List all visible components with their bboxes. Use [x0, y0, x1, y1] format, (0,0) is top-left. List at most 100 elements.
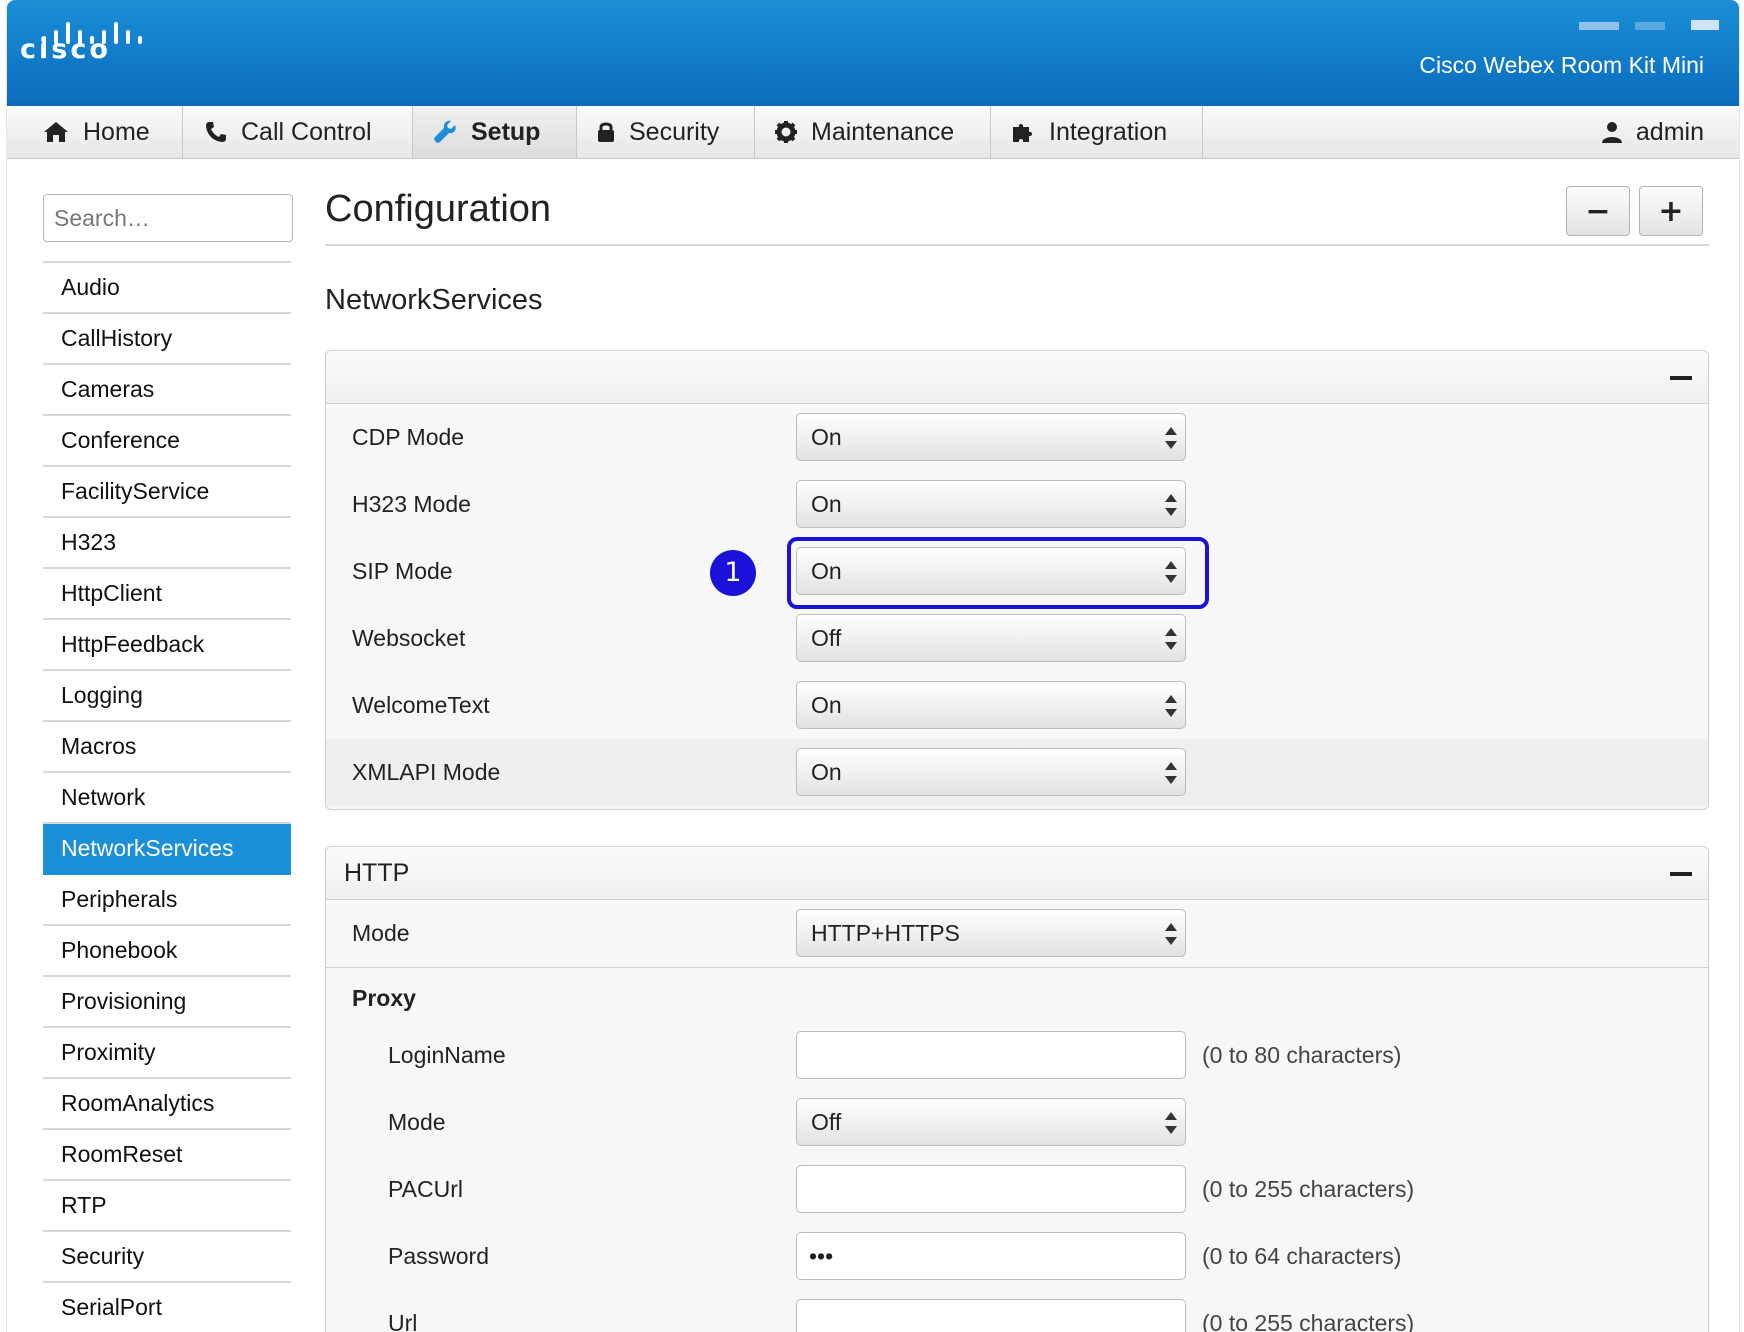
panel-header[interactable] — [326, 351, 1708, 404]
select-value: Off — [811, 1109, 842, 1135]
setting-label: LoginName — [388, 1042, 506, 1068]
select-value: Off — [811, 625, 842, 651]
app-window: cisco Cisco Webex Room Kit Mini Home Cal… — [6, 0, 1740, 1332]
sidebar-item-active[interactable]: NetworkServices — [43, 824, 291, 875]
sidebar-item[interactable]: HttpClient — [43, 569, 291, 620]
proxy-url-input[interactable] — [796, 1299, 1186, 1332]
sidebar-item[interactable]: RoomAnalytics — [43, 1079, 291, 1130]
sidebar-item[interactable]: Peripherals — [43, 875, 291, 926]
setting-label: PACUrl — [388, 1176, 463, 1202]
sidebar-item[interactable]: H323 — [43, 518, 291, 569]
setting-row: Mode HTTP+HTTPS — [326, 900, 1708, 968]
annotation-badge: 1 — [710, 550, 756, 596]
setting-label: Url — [388, 1310, 418, 1332]
collapse-panel-icon[interactable] — [1670, 376, 1692, 380]
sidebar-item[interactable]: RTP — [43, 1181, 291, 1232]
phone-icon — [206, 122, 226, 142]
setting-label: WelcomeText — [352, 692, 490, 718]
wrench-icon — [434, 120, 456, 143]
tab-security[interactable]: Security — [577, 106, 755, 158]
sidebar-item[interactable]: FacilityService — [43, 467, 291, 518]
search-input[interactable] — [43, 194, 293, 242]
sidebar-item[interactable]: Proximity — [43, 1028, 291, 1079]
field-hint: (0 to 80 characters) — [1202, 1042, 1402, 1068]
header-bar: cisco Cisco Webex Room Kit Mini — [7, 0, 1739, 106]
tab-setup[interactable]: Setup — [413, 106, 577, 158]
sidebar-item[interactable]: Conference — [43, 416, 291, 467]
tab-label: Setup — [471, 117, 541, 146]
websocket-select[interactable]: Off — [796, 614, 1186, 662]
setting-row: PACUrl (0 to 255 characters) — [326, 1156, 1708, 1223]
select-arrows-icon — [1165, 494, 1177, 516]
setting-label: Password — [388, 1243, 489, 1269]
setting-row: Websocket Off — [326, 605, 1708, 672]
home-icon — [44, 122, 68, 142]
tab-label: Maintenance — [811, 117, 955, 146]
setting-row: LoginName (0 to 80 characters) — [326, 1022, 1708, 1089]
sidebar-item[interactable]: Logging — [43, 671, 291, 722]
gear-icon — [775, 121, 797, 143]
select-arrows-icon — [1165, 427, 1177, 449]
setting-row: XMLAPI Mode On — [326, 739, 1708, 806]
select-arrows-icon — [1165, 762, 1177, 784]
tab-home[interactable]: Home — [7, 106, 183, 158]
collapse-all-button[interactable]: − — [1566, 186, 1630, 236]
welcome-text-select[interactable]: On — [796, 681, 1186, 729]
setting-label: SIP Mode — [352, 558, 453, 584]
select-arrows-icon — [1165, 923, 1177, 945]
setting-row: Url (0 to 255 characters) — [326, 1290, 1708, 1332]
sidebar-item[interactable]: HttpFeedback — [43, 620, 291, 671]
subsection-row: Proxy — [326, 968, 1708, 1022]
http-mode-select[interactable]: HTTP+HTTPS — [796, 909, 1186, 957]
status-dots-icon — [1579, 20, 1719, 30]
lock-icon — [598, 122, 614, 142]
sidebar-item[interactable]: Security — [43, 1232, 291, 1283]
setting-label: Mode — [388, 1109, 446, 1135]
select-arrows-icon — [1165, 695, 1177, 717]
select-value: HTTP+HTTPS — [811, 920, 960, 946]
tab-label: Integration — [1049, 117, 1168, 146]
setting-row: H323 Mode On — [326, 471, 1708, 538]
panel-header[interactable]: HTTP — [326, 847, 1708, 900]
sidebar-item[interactable]: Phonebook — [43, 926, 291, 977]
sidebar-item[interactable]: Audio — [43, 263, 291, 314]
tab-maintenance[interactable]: Maintenance — [755, 106, 991, 158]
tab-integration[interactable]: Integration — [991, 106, 1203, 158]
select-value: On — [811, 759, 842, 785]
select-arrows-icon — [1165, 1112, 1177, 1134]
setting-row: CDP Mode On — [326, 404, 1708, 471]
puzzle-icon — [1013, 124, 1032, 142]
field-hint: (0 to 255 characters) — [1202, 1310, 1415, 1332]
sidebar-item[interactable]: Cameras — [43, 365, 291, 416]
proxy-password-input[interactable]: ••• — [796, 1232, 1186, 1280]
user-menu[interactable]: admin — [1601, 106, 1704, 158]
tab-call-control[interactable]: Call Control — [183, 106, 413, 158]
sidebar-item[interactable]: Network — [43, 773, 291, 824]
sidebar-item[interactable]: Macros — [43, 722, 291, 773]
main-nav: Home Call Control Setup Security Mainten… — [7, 106, 1739, 159]
product-name: Cisco Webex Room Kit Mini — [1419, 52, 1704, 78]
section-title: NetworkServices — [325, 284, 543, 316]
proxy-pacurl-input[interactable] — [796, 1165, 1186, 1213]
setting-row: WelcomeText On — [326, 672, 1708, 739]
cdp-mode-select[interactable]: On — [796, 413, 1186, 461]
title-divider — [325, 244, 1709, 246]
annotation-highlight-box — [787, 537, 1209, 609]
expand-all-button[interactable]: + — [1639, 186, 1703, 236]
sidebar-item[interactable]: Provisioning — [43, 977, 291, 1028]
setting-label: Mode — [352, 920, 410, 946]
xmlapi-mode-select[interactable]: On — [796, 748, 1186, 796]
http-panel: HTTP Mode HTTP+HTTPS Proxy LoginName (0 … — [325, 846, 1709, 1332]
sidebar-item[interactable]: RoomReset — [43, 1130, 291, 1181]
proxy-mode-select[interactable]: Off — [796, 1098, 1186, 1146]
field-hint: (0 to 64 characters) — [1202, 1243, 1402, 1269]
tab-label: Security — [629, 117, 720, 146]
setting-label: H323 Mode — [352, 491, 471, 517]
collapse-panel-icon[interactable] — [1670, 872, 1692, 876]
user-icon — [1601, 122, 1622, 143]
select-arrows-icon — [1165, 628, 1177, 650]
h323-mode-select[interactable]: On — [796, 480, 1186, 528]
proxy-loginname-input[interactable] — [796, 1031, 1186, 1079]
sidebar-item[interactable]: CallHistory — [43, 314, 291, 365]
sidebar-item[interactable]: SerialPort — [43, 1283, 291, 1332]
